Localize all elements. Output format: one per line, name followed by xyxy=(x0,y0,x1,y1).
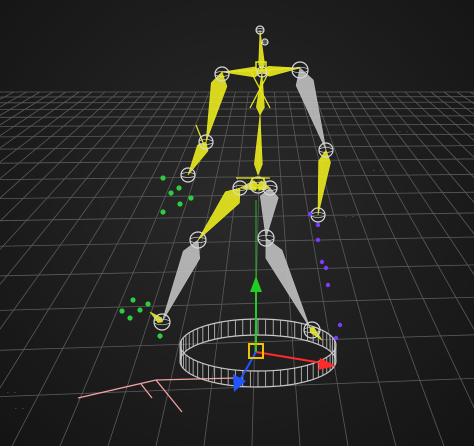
effector-dot-left[interactable] xyxy=(145,301,151,307)
grid-line xyxy=(0,296,474,311)
world-origin-axes xyxy=(77,377,237,413)
head-joint-ring xyxy=(261,40,269,44)
grid-line xyxy=(0,145,474,150)
grid-line xyxy=(0,123,474,127)
effector-dot-right[interactable] xyxy=(315,237,321,243)
effector-dot-left[interactable] xyxy=(188,195,194,201)
grid-line xyxy=(0,108,474,110)
effector-dot-left[interactable] xyxy=(127,315,133,321)
grid-line xyxy=(352,91,474,276)
grid-line xyxy=(326,91,474,409)
grid-line xyxy=(0,212,474,222)
grid-line xyxy=(0,91,171,330)
tick-mark: - - xyxy=(14,405,25,412)
grid-line xyxy=(0,91,145,251)
neck-bone[interactable] xyxy=(258,29,265,73)
z-axis-arrow-icon[interactable] xyxy=(233,374,246,392)
effector-dot-right[interactable] xyxy=(323,265,329,271)
tick-mark: - - xyxy=(372,167,383,174)
tick-mark: - - xyxy=(398,128,409,135)
ground-grid xyxy=(0,91,474,446)
grid-line xyxy=(443,91,474,115)
grid-line xyxy=(0,91,132,222)
grid-line xyxy=(456,91,474,105)
effector-dot-left[interactable] xyxy=(130,297,136,303)
effector-dot-left[interactable] xyxy=(160,175,166,181)
effector-dot-left[interactable] xyxy=(177,201,183,207)
effector-dot-left[interactable] xyxy=(157,333,163,339)
character-skeleton[interactable] xyxy=(149,25,334,341)
effector-dot-left[interactable] xyxy=(176,185,182,191)
left-upper-arm-bone[interactable] xyxy=(205,71,228,143)
effector-dot-right[interactable] xyxy=(315,222,321,228)
right-forearm-bone[interactable] xyxy=(317,149,331,216)
grid-line xyxy=(0,91,158,286)
grid-line xyxy=(378,91,474,204)
grid-line xyxy=(0,236,474,247)
grid-line xyxy=(155,91,236,446)
effector-dot-left[interactable] xyxy=(119,308,125,314)
grid-line xyxy=(0,334,474,351)
grid-line xyxy=(0,264,474,277)
effector-dot-right[interactable] xyxy=(319,259,325,265)
head-joint[interactable] xyxy=(261,38,269,46)
spine-bone[interactable] xyxy=(254,114,263,176)
grid-line xyxy=(0,173,474,180)
grid-line xyxy=(0,91,1,93)
effector-dot-right[interactable] xyxy=(325,282,331,288)
effector-dot-left[interactable] xyxy=(137,307,143,313)
grid-line xyxy=(0,101,474,104)
effector-dot-left[interactable] xyxy=(160,209,166,215)
grid-line xyxy=(300,91,397,446)
effector-dot-right[interactable] xyxy=(333,335,339,341)
grid-line xyxy=(0,158,474,164)
effector-dot-right[interactable] xyxy=(307,211,313,217)
tick-mark: - - xyxy=(6,389,17,396)
grid-line xyxy=(203,91,249,446)
grid-line xyxy=(0,115,474,118)
viewport-3d[interactable]: - - - - - - - - - - xyxy=(0,0,474,446)
right-shin-bone[interactable] xyxy=(265,237,311,329)
tick-mark: - - xyxy=(344,213,355,220)
effector-dot-left[interactable] xyxy=(168,190,174,196)
left-shin-bone[interactable] xyxy=(161,239,201,323)
x-axis-handle[interactable] xyxy=(255,351,323,364)
grid-line xyxy=(339,91,474,331)
grid-line xyxy=(417,91,474,141)
scene-canvas[interactable]: - - - - - - - - - - xyxy=(0,0,474,446)
effector-dot-right[interactable] xyxy=(337,322,343,328)
